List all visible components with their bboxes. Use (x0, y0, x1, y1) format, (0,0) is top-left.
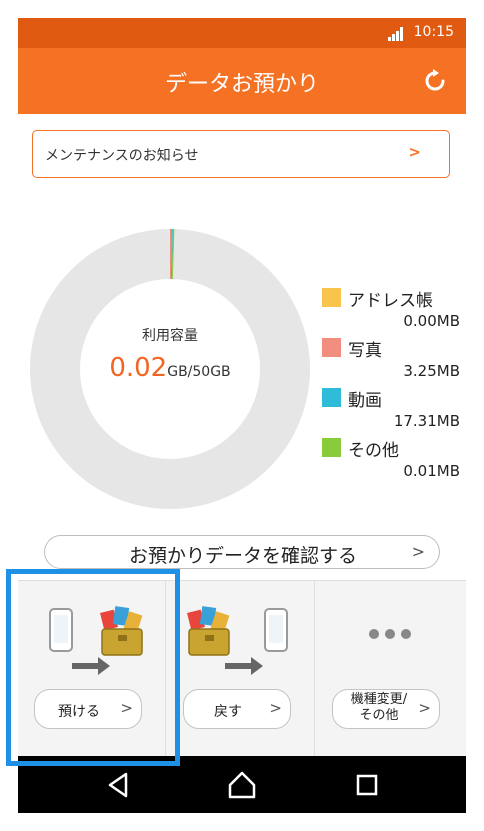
chevron-right-icon: > (408, 143, 421, 161)
clock: 10:15 (413, 24, 454, 40)
maintenance-notice-button[interactable]: メンテナンスのお知らせ > (32, 130, 450, 178)
legend-name: 動画 (348, 391, 382, 411)
legend-item-videos: 動画 17.31MB (320, 384, 460, 434)
legend-value: 17.31MB (393, 412, 460, 430)
chevron-right-icon: > (411, 542, 425, 561)
confirm-data-button[interactable]: お預かりデータを確認する > (44, 535, 440, 569)
home-icon[interactable] (227, 770, 257, 800)
toolbox-to-phone-icon (187, 606, 288, 675)
legend-value: 3.25MB (403, 362, 460, 380)
legend-name: アドレス帳 (348, 291, 433, 311)
legend-name: 写真 (348, 341, 382, 361)
usage-donut-chart: 利用容量 0.02GB/50GB (30, 229, 310, 509)
legend-item-photos: 写真 3.25MB (320, 334, 460, 384)
usage-value: 0.02 (109, 353, 168, 383)
more-dots-icon (369, 629, 411, 639)
chevron-right-icon: > (269, 699, 282, 717)
restore-label: 戻す (214, 704, 242, 720)
usage-caption: 利用容量 (142, 328, 198, 344)
page-title: データお預かり (164, 72, 319, 97)
usage-readout: 0.02GB/50GB (30, 353, 310, 383)
signal-icon (388, 27, 404, 41)
legend-name: その他 (348, 441, 399, 461)
model-change-label: 機種変更/ その他 (350, 692, 408, 723)
app-bar: データお預かり (18, 48, 466, 114)
usage-unit: GB/50GB (167, 364, 231, 380)
notice-label: メンテナンスのお知らせ (45, 148, 199, 164)
legend-value: 0.00MB (403, 312, 460, 330)
status-bar: 10:15 (18, 18, 466, 48)
legend-item-address-book: アドレス帳 0.00MB (320, 284, 460, 334)
tile-other[interactable]: 機種変更/ その他 > (316, 581, 466, 757)
legend-swatch (322, 338, 341, 357)
legend-swatch (322, 288, 341, 307)
legend-value: 0.01MB (403, 462, 460, 480)
recents-icon[interactable] (352, 770, 382, 800)
tile-restore[interactable]: 戻す > (167, 581, 315, 757)
back-icon[interactable] (104, 770, 134, 800)
legend-swatch (322, 388, 341, 407)
selection-highlight (6, 569, 180, 766)
chevron-right-icon: > (418, 699, 431, 717)
legend-item-other: その他 0.01MB (320, 434, 460, 484)
confirm-label: お預かりデータを確認する (128, 545, 357, 567)
legend-swatch (322, 438, 341, 457)
refresh-icon[interactable] (422, 68, 448, 94)
restore-button[interactable]: 戻す > (183, 689, 291, 729)
model-change-button[interactable]: 機種変更/ その他 > (332, 689, 440, 729)
